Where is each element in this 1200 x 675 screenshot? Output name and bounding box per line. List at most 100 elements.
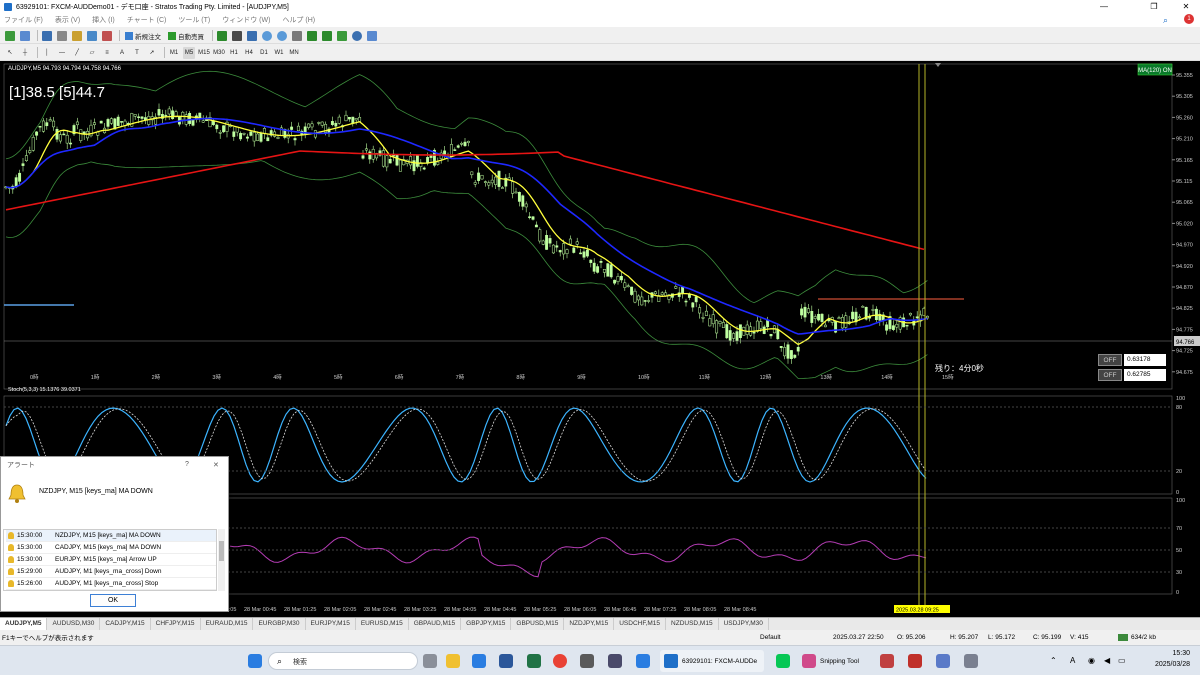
excel-icon[interactable] bbox=[527, 654, 541, 668]
zoom-out-button[interactable] bbox=[276, 30, 288, 42]
tab-audusd-m30[interactable]: AUDUSD,M30 bbox=[47, 618, 101, 630]
horizontal-line-button[interactable]: — bbox=[56, 47, 68, 59]
ime-indicator[interactable]: A bbox=[1070, 656, 1075, 665]
text-button[interactable]: A bbox=[116, 47, 128, 59]
menu-view[interactable]: 表示 (V) bbox=[55, 15, 80, 25]
settings-icon[interactable] bbox=[964, 654, 978, 668]
candle-chart-button[interactable] bbox=[231, 30, 243, 42]
app-icon[interactable] bbox=[936, 654, 950, 668]
off-button-1[interactable]: OFF bbox=[1098, 354, 1122, 366]
chrome-icon[interactable] bbox=[553, 654, 567, 668]
menu-tools[interactable]: ツール (T) bbox=[178, 15, 210, 25]
network-icon[interactable]: ◉ bbox=[1088, 656, 1095, 665]
tab-nzdusd-m15[interactable]: NZDUSD,M15 bbox=[666, 618, 719, 630]
clock-time[interactable]: 15:30 bbox=[1152, 650, 1190, 657]
notification-icon[interactable]: 1 bbox=[1184, 14, 1194, 24]
tab-eurusd-m15[interactable]: EURUSD,M15 bbox=[356, 618, 409, 630]
tf-m1[interactable]: M1 bbox=[168, 47, 180, 59]
arrows-button[interactable]: ➚ bbox=[146, 47, 158, 59]
alert-scroll-thumb[interactable] bbox=[219, 541, 224, 561]
mail-icon[interactable] bbox=[472, 654, 486, 668]
tray-chevron-icon[interactable]: ⌃ bbox=[1050, 656, 1057, 665]
tab-nzdjpy-m15[interactable]: NZDJPY,M15 bbox=[564, 618, 615, 630]
app-icon[interactable] bbox=[580, 654, 594, 668]
tf-h1[interactable]: H1 bbox=[228, 47, 240, 59]
tile-windows-button[interactable] bbox=[291, 30, 303, 42]
search-box[interactable]: ⌕ 検索 bbox=[268, 652, 418, 670]
tf-m5[interactable]: M5 bbox=[183, 46, 195, 59]
tab-audjpy-m5[interactable]: AUDJPY,M5 bbox=[0, 618, 48, 630]
snipping-tool-taskbar-item[interactable]: Snipping Tool bbox=[800, 650, 870, 672]
task-view-icon[interactable] bbox=[423, 654, 437, 668]
tab-usdjpy-m30[interactable]: USDJPY,M30 bbox=[719, 618, 769, 630]
zoom-in-button[interactable] bbox=[261, 30, 273, 42]
indicators-button[interactable] bbox=[336, 30, 348, 42]
tab-cadjpy-m15[interactable]: CADJPY,M15 bbox=[100, 618, 151, 630]
battery-icon[interactable]: ▭ bbox=[1118, 656, 1126, 665]
tab-gbpjpy-m15[interactable]: GBPJPY,M15 bbox=[461, 618, 512, 630]
data-window-button[interactable] bbox=[56, 30, 68, 42]
alert-list[interactable]: 15:30:00 NZDJPY, M15 [keys_ma] MA DOWN 15… bbox=[3, 529, 217, 591]
line-icon[interactable] bbox=[776, 654, 790, 668]
tester-button[interactable] bbox=[101, 30, 113, 42]
status-profile[interactable]: Default bbox=[760, 634, 781, 641]
alert-row[interactable]: 15:30:00 EURJPY, M15 [keys_ma] Arrow UP bbox=[6, 554, 216, 566]
tf-m15[interactable]: M15 bbox=[198, 47, 210, 59]
close-button[interactable]: ✕ bbox=[1172, 0, 1200, 13]
tab-chfjpy-m15[interactable]: CHFJPY,M15 bbox=[151, 618, 201, 630]
market-watch-button[interactable] bbox=[41, 30, 53, 42]
alert-row[interactable]: 15:30:00 CADJPY, M15 [keys_ma] MA DOWN bbox=[6, 542, 216, 554]
terminal-button[interactable] bbox=[86, 30, 98, 42]
alert-row[interactable]: 15:30:00 NZDJPY, M15 [keys_ma] MA DOWN bbox=[6, 530, 216, 542]
auto-trade-button[interactable]: 自動売買 bbox=[166, 30, 206, 42]
label-button[interactable]: T bbox=[131, 47, 143, 59]
app-icon[interactable] bbox=[608, 654, 622, 668]
tab-gbpaud-m15[interactable]: GBPAUD,M15 bbox=[409, 618, 462, 630]
word-icon[interactable] bbox=[499, 654, 513, 668]
vertical-line-button[interactable]: │ bbox=[41, 47, 53, 59]
channel-button[interactable]: ▱ bbox=[86, 47, 98, 59]
alert-scrollbar[interactable] bbox=[218, 529, 225, 591]
app-icon[interactable] bbox=[880, 654, 894, 668]
alert-close-button[interactable]: ✕ bbox=[213, 461, 219, 469]
off-button-2[interactable]: OFF bbox=[1098, 369, 1122, 381]
menu-insert[interactable]: 挿入 (I) bbox=[92, 15, 115, 25]
new-chart-button[interactable] bbox=[4, 30, 16, 42]
cursor-button[interactable]: ↖ bbox=[4, 47, 16, 59]
tab-euraud-m15[interactable]: EURAUD,M15 bbox=[201, 618, 254, 630]
profiles-button[interactable] bbox=[19, 30, 31, 42]
ok-button[interactable]: OK bbox=[90, 594, 136, 607]
chart-shift-button[interactable] bbox=[321, 30, 333, 42]
menu-file[interactable]: ファイル (F) bbox=[4, 15, 43, 25]
tab-eurgbp-m30[interactable]: EURGBP,M30 bbox=[253, 618, 306, 630]
tf-mn[interactable]: MN bbox=[288, 47, 300, 59]
search-icon[interactable]: ⌕ bbox=[1163, 15, 1168, 26]
line-chart-button[interactable] bbox=[246, 30, 258, 42]
periods-button[interactable] bbox=[351, 30, 363, 42]
restore-button[interactable]: ❐ bbox=[1140, 0, 1168, 13]
chart-shift-marker[interactable] bbox=[935, 63, 941, 67]
autoscroll-button[interactable] bbox=[306, 30, 318, 42]
alert-help-button[interactable]: ? bbox=[185, 461, 189, 468]
clock-date[interactable]: 2025/03/28 bbox=[1146, 661, 1190, 668]
mt4-taskbar-item[interactable]: 63929101: FXCM-AUDDe bbox=[660, 650, 764, 672]
tab-gbpusd-m15[interactable]: GBPUSD,M15 bbox=[511, 618, 565, 630]
file-explorer-icon[interactable] bbox=[446, 654, 460, 668]
menu-help[interactable]: ヘルプ (H) bbox=[282, 15, 315, 25]
volume-icon[interactable]: ◀ bbox=[1104, 656, 1110, 665]
tf-m30[interactable]: M30 bbox=[213, 47, 225, 59]
tab-eurjpy-m15[interactable]: EURJPY,M15 bbox=[306, 618, 356, 630]
fibo-button[interactable]: ≡ bbox=[101, 47, 113, 59]
menu-window[interactable]: ウィンドウ (W) bbox=[222, 15, 270, 25]
tf-d1[interactable]: D1 bbox=[258, 47, 270, 59]
acrobat-icon[interactable] bbox=[908, 654, 922, 668]
tf-h4[interactable]: H4 bbox=[243, 47, 255, 59]
app-icon[interactable] bbox=[636, 654, 650, 668]
new-order-button[interactable]: 新規注文 bbox=[123, 30, 163, 42]
navigator-button[interactable] bbox=[71, 30, 83, 42]
alert-row[interactable]: 15:26:00 AUDJPY, M1 [keys_ma_cross] Stop bbox=[6, 578, 216, 590]
templates-button[interactable] bbox=[366, 30, 378, 42]
menu-chart[interactable]: チャート (C) bbox=[127, 15, 167, 25]
alert-row[interactable]: 15:29:00 AUDJPY, M1 [keys_ma_cross] Down bbox=[6, 566, 216, 578]
crosshair-button[interactable]: ┼ bbox=[19, 47, 31, 59]
